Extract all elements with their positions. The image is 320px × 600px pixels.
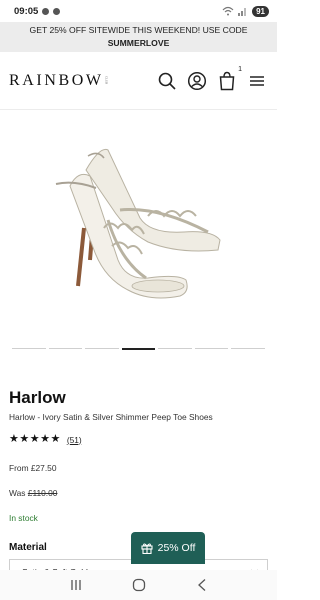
shoe-illustration [55,148,221,299]
gift-icon [141,543,153,554]
was-price: £110.00 [27,488,58,498]
logo-tag: CLUB [104,76,109,85]
status-bar: 09:05 91 [0,0,277,22]
cart-count-badge: 1 [238,65,242,73]
was-price-row: Was £110.00 [9,488,268,498]
menu-button[interactable] [247,71,267,91]
rating-row: ★★★★★ (51) [9,434,268,445]
discount-label: 25% Off [157,542,196,554]
notification-icon-2 [53,7,61,15]
recent-apps-icon[interactable] [69,579,83,591]
carousel-indicator-5[interactable] [158,348,192,349]
carousel-indicator-7[interactable] [231,348,266,349]
site-header: RAINBOW CLUB 1 [0,52,277,110]
product-image[interactable] [8,110,269,342]
logo-text: RAINBOW [9,71,104,89]
reviews-link[interactable]: (51) [67,435,82,445]
account-icon [187,71,207,90]
notification-icon [42,7,50,15]
status-left: 09:05 [14,5,61,17]
stock-status: In stock [9,513,38,523]
price-from: From £27.50 [9,463,57,473]
brand-logo[interactable]: RAINBOW CLUB [9,72,109,90]
was-label: Was [9,488,26,498]
discount-button[interactable]: 25% Off [131,532,205,564]
cart-button[interactable]: 1 [217,66,242,91]
menu-icon [250,75,264,86]
home-icon[interactable] [132,578,146,592]
promo-code: SUMMERLOVE [107,38,170,48]
search-icon [158,72,176,90]
promo-text: GET 25% OFF SITEWIDE THIS WEEKEND! USE C… [29,25,248,35]
star-rating: ★★★★★ [9,433,61,445]
back-icon[interactable] [196,578,208,592]
carousel-indicator-4[interactable] [121,348,156,350]
carousel-indicator-6[interactable] [194,348,229,349]
system-nav-bar [0,570,277,600]
search-button[interactable] [157,71,177,91]
signal-icon [238,8,247,16]
cart-icon [219,71,235,90]
promo-banner[interactable]: GET 25% OFF SITEWIDE THIS WEEKEND! USE C… [0,22,277,52]
product-title: Harlow [9,388,66,407]
status-right: 91 [222,5,269,17]
account-button[interactable] [187,71,207,91]
battery-indicator: 91 [252,5,269,17]
carousel-indicator-1[interactable] [12,348,46,349]
carousel-indicator-3[interactable] [85,348,119,349]
header-icons: 1 [157,66,267,91]
image-carousel-indicators[interactable] [0,348,277,350]
wifi-icon [222,6,234,16]
carousel-indicator-2[interactable] [48,348,83,349]
product-subtitle: Harlow - Ivory Satin & Silver Shimmer Pe… [9,412,213,422]
status-time: 09:05 [14,5,39,17]
